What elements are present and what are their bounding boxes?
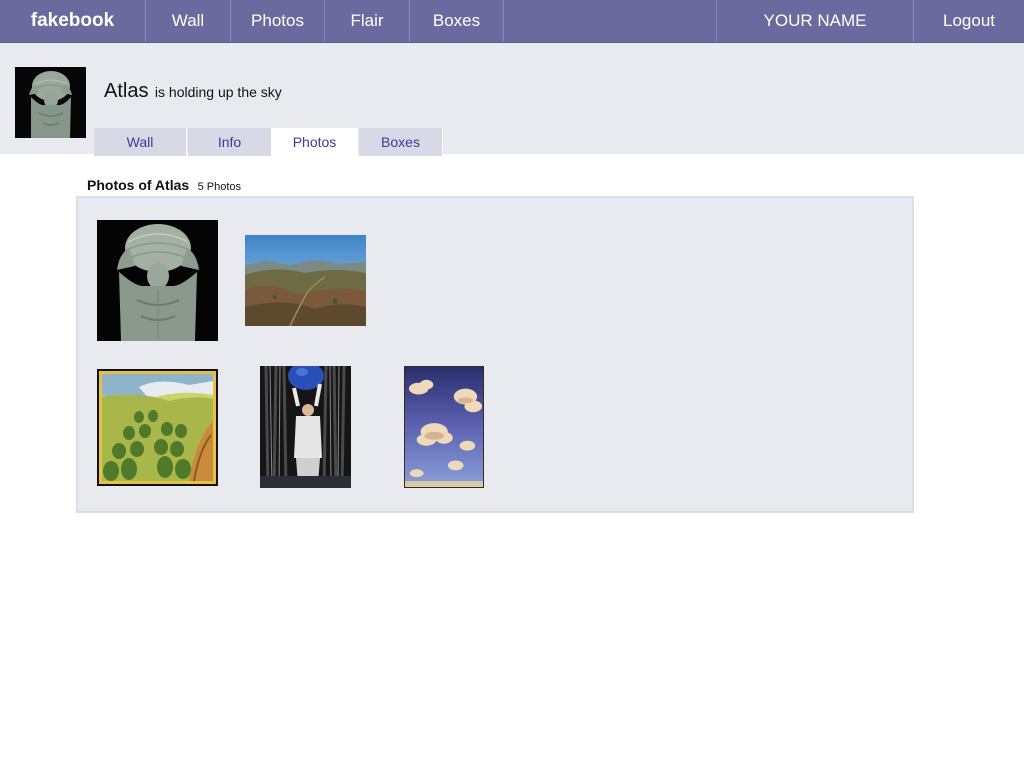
profile-title: Atlas is holding up the sky [104, 80, 282, 103]
vineyard-painting [99, 371, 216, 484]
photos-section-heading: Photos of Atlas 5 Photos [87, 177, 241, 195]
nav-boxes[interactable]: Boxes [410, 0, 504, 42]
nav-flair[interactable]: Flair [325, 0, 410, 42]
user-name-link[interactable]: YOUR NAME [716, 0, 914, 42]
nav-photos[interactable]: Photos [231, 0, 325, 42]
brand-logo[interactable]: fakebook [0, 0, 146, 42]
photo-thumbnail-clouds[interactable] [404, 366, 484, 488]
logout-button[interactable]: Logout [914, 0, 1024, 42]
photo-count: 5 Photos [197, 181, 242, 193]
photo-thumbnail-vineyard-painting[interactable] [97, 369, 218, 486]
tab-boxes[interactable]: Boxes [359, 128, 443, 156]
photo-thumbnail-valley[interactable] [245, 235, 366, 326]
photo-thumbnail-person-with-ball[interactable] [260, 366, 351, 488]
profile-status: is holding up the sky [154, 84, 282, 100]
clouds-sky-photo [405, 367, 483, 487]
statue-photo [97, 220, 218, 341]
top-nav-bar: fakebook Wall Photos Flair Boxes YOUR NA… [0, 0, 1024, 43]
photos-section-title: Photos of Atlas [87, 177, 190, 193]
tab-info[interactable]: Info [188, 128, 272, 156]
person-holding-ball-photo [260, 366, 351, 488]
tab-wall[interactable]: Wall [94, 128, 187, 156]
photo-thumbnail-statue[interactable] [97, 220, 218, 341]
profile-name: Atlas [104, 80, 149, 102]
profile-avatar[interactable] [15, 67, 86, 138]
valley-photo [245, 235, 366, 326]
tab-photos[interactable]: Photos [272, 128, 358, 156]
atlas-statue-image [15, 67, 86, 138]
nav-wall[interactable]: Wall [146, 0, 231, 42]
